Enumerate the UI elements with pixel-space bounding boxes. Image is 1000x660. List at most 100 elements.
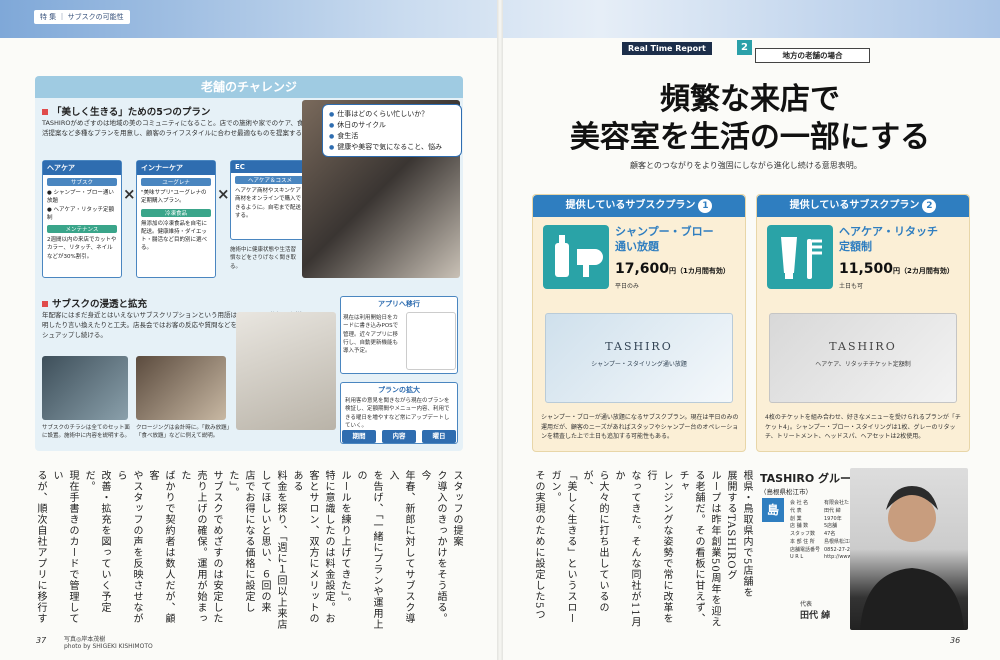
row-value: 田代 綽 xyxy=(824,507,841,514)
caption-b: クロージングは会計時に。「飲み放題」「食べ放題」などに例えて説明。 xyxy=(136,425,233,440)
text-column: 展開するTASHIROグ xyxy=(725,470,736,581)
plan-price: 17,600円（1カ月間有効） xyxy=(615,261,730,277)
photo-caption: 施術中に健康状態や生活習慣などをさりげなく聞き取る。 xyxy=(230,247,297,270)
tube-brush-icon xyxy=(767,225,833,289)
plan-card-2: 提供しているサブスクプラン 2 ヘアケア・リタッチ 定額制 11,500円（2カ月間… xyxy=(756,194,970,452)
bubble-item: 食生活 xyxy=(329,131,455,142)
credit-ja: 写真◎岸本茂樹 xyxy=(64,636,106,643)
text-column: る老舗だ。その看板に甘えず、チャ xyxy=(677,470,704,624)
plan-description: 4枚のチケットを組み合わせ、好きなメニューを受けられるプランが「チケット4」。シ… xyxy=(765,414,961,441)
text-column: レンジングな姿勢で常に改革を行 xyxy=(645,470,672,624)
row-value: 1970年 xyxy=(824,515,842,522)
page-gutter xyxy=(497,0,503,660)
row-label: 本 部 住 所 xyxy=(790,538,815,545)
plan-name-line1: シャンプー・ブロー xyxy=(615,225,714,238)
price-unit: 円（2カ月間有効） xyxy=(893,267,954,275)
text-column: 特に意識したのは料金設定。お xyxy=(323,470,334,624)
lede: 顧客とのつながりをより強固にしながら進化し続ける意思表明。 xyxy=(630,161,862,170)
shampoo-dryer-icon xyxy=(543,225,609,289)
text-column: 店でお得になる価格に設定した」。 xyxy=(227,470,254,613)
plan-card-image: TASHIRO シャンプー・スタイリング通い放題 xyxy=(545,313,733,403)
row-value: 5店舗 xyxy=(824,523,838,530)
plan-header: 提供しているサブスクプラン 2 xyxy=(757,195,969,217)
card-text: 2週間以内の来店でカットやカラー、リタッチ、ネイルなどが30%割引。 xyxy=(47,237,117,260)
bubble-item: 健康や美容で気になること、悩み xyxy=(329,142,455,153)
flyer-photo xyxy=(236,312,336,430)
chip-content: 内容 xyxy=(382,430,416,443)
card-text: "美味サプリ"ユーグレナの定期購入プラン。 xyxy=(141,190,207,205)
card-list: ● シャンプー・ブロー通い放題 ● ヘアケア・リタッチ定額制 xyxy=(47,190,115,221)
caption-a: サブスクのチラシは全てのセット面に設置。施術中に内容を説明する。 xyxy=(42,425,131,440)
card-pill: ヘアケア＆コスメ xyxy=(235,176,305,184)
card-text: ヘアケア商材やスキンケア商材をオンラインで購入できるように。自宅まで配送する。 xyxy=(235,188,302,219)
plan-condition: 平日のみ xyxy=(615,283,640,290)
plan-number: 1 xyxy=(698,199,713,213)
report-subtitle: 地方の老舗の場合 xyxy=(755,48,870,63)
plan-header: 提供しているサブスクプラン 1 xyxy=(533,195,745,217)
card-innercare: インナーケア ユーグレナ "美味サプリ"ユーグレナの定期購入プラン。 冷凍食品 … xyxy=(136,160,216,278)
text-column: 料金を探り、「週に１回以上来店 xyxy=(275,470,286,630)
text-column: その実現のために設定した5つの xyxy=(533,470,544,621)
price-unit: 円（1カ月間有効） xyxy=(669,267,730,275)
text-column: 根県・鳥取県内で5店舗を xyxy=(741,470,752,599)
plan-price: 11,500円（2カ月間有効） xyxy=(839,261,954,277)
card-text: 無添加の冷凍食品を自宅に配送。健康維持・ダイエット・腸活など目的別に選べる。 xyxy=(141,220,208,252)
row-label: U R L xyxy=(790,554,804,561)
times-icon: × xyxy=(123,185,136,203)
expand-box-title: プランの拡大 xyxy=(378,386,420,394)
text-column: ループは昨年創業50周年を迎え xyxy=(709,470,720,628)
rep-title: 代表 xyxy=(800,601,813,608)
card-pill: サブスク xyxy=(47,178,117,186)
prefecture-badge: 島 xyxy=(762,498,784,522)
row-label: スタッフ数 xyxy=(790,531,816,537)
text-column: 年春、新郎に対してサブスク導入 xyxy=(387,470,414,624)
company-name: TASHIRO グループ （島根県松江市） xyxy=(760,470,861,496)
text-column: 現在手書きのカードで管理してい xyxy=(51,470,78,624)
company-name-text: TASHIRO グループ xyxy=(760,472,862,485)
question-bubble: 仕事はどのくらい忙しいか？ 休日のサイクル 食生活 健康や美容で気になること、悩… xyxy=(322,104,462,158)
report-number: 2 xyxy=(737,40,752,55)
price-value: 17,600 xyxy=(615,261,670,277)
text-column: 売り上げの確保。運用が始まった xyxy=(179,470,206,624)
card-photo xyxy=(406,312,456,370)
text-column: なってきた。そんな同社が11月か xyxy=(613,470,640,628)
bubble-item: 仕事はどのくらい忙しいか？ xyxy=(329,109,455,120)
text-column: やスタッフの声を反映させながら xyxy=(115,470,142,624)
text-column: 客とサロン、双方にメリットのある xyxy=(291,470,318,624)
section2-title: サブスクの浸透と拡充 xyxy=(42,296,147,310)
card-title: EC xyxy=(231,161,309,173)
card-pill: メンテナンス xyxy=(47,225,117,233)
company-location: （島根県松江市） xyxy=(760,488,812,496)
section1-title: 「美しく生きる」ための5つのプラン xyxy=(42,104,210,118)
plan-card-1: 提供しているサブスクプラン 1 シャンプー・ブロー 通い放題 17,600円（1カ月… xyxy=(532,194,746,452)
plan-name-line2: 通い放題 xyxy=(615,239,659,253)
plan-card-image: TASHIRO ヘアケア、リタッチチケット定額制 xyxy=(769,313,957,403)
app-box-text: 現在は利用開始日をカードに書き込みPOSで管理。近々アプリに移行し、自動更新機能… xyxy=(343,315,399,354)
chip-period: 期間 xyxy=(342,430,376,443)
card-pill: 冷凍食品 xyxy=(141,208,211,217)
plan-name-line1: ヘアケア・リタッチ xyxy=(839,225,938,238)
text-column: 「美しく生きる」というスローガン。 xyxy=(549,470,576,624)
plan-header-text: 提供しているサブスクプラン xyxy=(789,200,920,211)
header-tag: 特 集 ｜ サブスクの可能性 xyxy=(34,10,130,24)
expand-box-text: 利用客の意見を聞きながら現在のプランを検証し、定額期間やメニュー内容、利用できる… xyxy=(345,398,450,429)
plan-name: シャンプー・ブロー 通い放題 xyxy=(615,225,714,255)
right-body-text: 根県・鳥取県内で5店舗を 展開するTASHIROグ ループは昨年創業50周年を迎える… xyxy=(532,470,754,630)
page-number-left: 37 xyxy=(36,636,47,645)
magazine-spread: 特 集 ｜ サブスクの可能性 老舗のチャレンジ 「美しく生きる」ための5つのプラ… xyxy=(0,0,1000,660)
text-column: るが、順次自社アプリに移行する。 xyxy=(36,470,46,624)
text-column: スタッフの提案 xyxy=(451,470,462,547)
card-haircare: ヘアケア サブスク ● シャンプー・ブロー通い放題 ● ヘアケア・リタッチ定額制… xyxy=(42,160,122,278)
text-column: ク導入のきっかけをそう語る。今 xyxy=(419,470,446,624)
report-label: Real Time Report xyxy=(622,42,712,55)
panel-title: 老舗のチャレンジ xyxy=(35,76,463,98)
photo-credit: 写真◎岸本茂樹 photo by SHIGEKI KISHIMOTO xyxy=(64,634,153,650)
card-pill: ユーグレナ xyxy=(141,178,211,186)
plan-name: ヘアケア・リタッチ 定額制 xyxy=(839,225,938,255)
app-box-title: アプリへ移行 xyxy=(378,300,420,308)
chip-weekday: 曜日 xyxy=(422,430,456,443)
representative-photo xyxy=(850,468,968,630)
text-column: 改善・拡充を図っていく予定だ。 xyxy=(83,470,110,613)
page-number-right: 36 xyxy=(950,636,961,645)
bubble-item: 休日のサイクル xyxy=(329,120,455,131)
